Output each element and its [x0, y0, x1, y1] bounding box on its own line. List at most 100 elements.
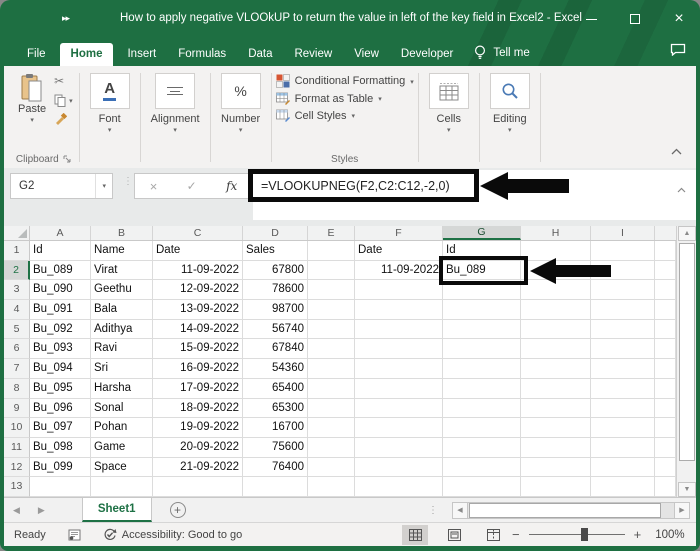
- cell-I7[interactable]: [591, 359, 655, 379]
- cell-C8[interactable]: 17-09-2022: [153, 379, 243, 399]
- cell-H5[interactable]: [521, 320, 591, 340]
- tab-formulas[interactable]: Formulas: [167, 43, 237, 66]
- cell-D10[interactable]: 16700: [243, 418, 308, 438]
- cell-D12[interactable]: 76400: [243, 458, 308, 478]
- zoom-level[interactable]: 100%: [655, 529, 684, 541]
- cell-partial-12[interactable]: [655, 458, 676, 478]
- cell-B8[interactable]: Harsha: [91, 379, 153, 399]
- cell-A8[interactable]: Bu_095: [30, 379, 91, 399]
- cell-partial-9[interactable]: [655, 399, 676, 419]
- cell-F4[interactable]: [355, 300, 443, 320]
- cell-I10[interactable]: [591, 418, 655, 438]
- cell-F11[interactable]: [355, 438, 443, 458]
- cell-D8[interactable]: 65400: [243, 379, 308, 399]
- cell-G9[interactable]: [443, 399, 521, 419]
- cell-H10[interactable]: [521, 418, 591, 438]
- clipboard-dialog-launcher-icon[interactable]: [63, 155, 71, 163]
- tab-review[interactable]: Review: [283, 43, 343, 66]
- column-header-partial[interactable]: [655, 226, 676, 240]
- cells-button[interactable]: Cells ▾: [423, 70, 475, 137]
- cell-partial-5[interactable]: [655, 320, 676, 340]
- editing-button[interactable]: Editing ▾: [484, 70, 536, 137]
- cell-E7[interactable]: [308, 359, 355, 379]
- horizontal-scrollbar[interactable]: ◀ ▶: [452, 502, 690, 519]
- cell-styles-button[interactable]: Cell Styles ▾: [276, 109, 414, 122]
- horizontal-scroll-track[interactable]: [468, 502, 674, 519]
- comments-button[interactable]: [670, 43, 686, 66]
- cell-C3[interactable]: 12-09-2022: [153, 280, 243, 300]
- row-header-9[interactable]: 9: [4, 399, 30, 419]
- font-button[interactable]: A Font ▾: [84, 70, 136, 137]
- conditional-formatting-button[interactable]: Conditional Formatting ▾: [276, 74, 414, 88]
- cell-I8[interactable]: [591, 379, 655, 399]
- cell-A10[interactable]: Bu_097: [30, 418, 91, 438]
- cell-E8[interactable]: [308, 379, 355, 399]
- row-header-11[interactable]: 11: [4, 438, 30, 458]
- cell-A7[interactable]: Bu_094: [30, 359, 91, 379]
- enter-formula-button[interactable]: ✓: [187, 179, 197, 193]
- cell-F1[interactable]: Date: [355, 241, 443, 261]
- cell-C5[interactable]: 14-09-2022: [153, 320, 243, 340]
- row-header-10[interactable]: 10: [4, 418, 30, 438]
- cell-partial-8[interactable]: [655, 379, 676, 399]
- cell-C12[interactable]: 21-09-2022: [153, 458, 243, 478]
- select-all-button[interactable]: [4, 226, 30, 240]
- new-sheet-button[interactable]: +: [170, 502, 186, 518]
- cell-G6[interactable]: [443, 339, 521, 359]
- cell-B3[interactable]: Geethu: [91, 280, 153, 300]
- page-break-preview-button[interactable]: [480, 525, 506, 545]
- name-box-dropdown-icon[interactable]: ▾: [95, 174, 112, 198]
- cell-F13[interactable]: [355, 477, 443, 497]
- cell-partial-4[interactable]: [655, 300, 676, 320]
- paste-button[interactable]: Paste ▾: [12, 70, 52, 127]
- cell-A3[interactable]: Bu_090: [30, 280, 91, 300]
- cell-G7[interactable]: [443, 359, 521, 379]
- cell-F3[interactable]: [355, 280, 443, 300]
- cell-B10[interactable]: Pohan: [91, 418, 153, 438]
- cell-D9[interactable]: 65300: [243, 399, 308, 419]
- cell-partial-7[interactable]: [655, 359, 676, 379]
- accessibility-status[interactable]: Accessibility: Good to go: [103, 528, 242, 541]
- cell-D5[interactable]: 56740: [243, 320, 308, 340]
- normal-view-button[interactable]: [402, 525, 428, 545]
- cell-H8[interactable]: [521, 379, 591, 399]
- column-header-C[interactable]: C: [153, 226, 243, 240]
- cell-B2[interactable]: Virat: [91, 261, 153, 281]
- scroll-down-button[interactable]: ▼: [678, 482, 696, 497]
- cell-I13[interactable]: [591, 477, 655, 497]
- copy-button[interactable]: ▾: [54, 93, 73, 107]
- cell-D11[interactable]: 75600: [243, 438, 308, 458]
- column-header-E[interactable]: E: [308, 226, 355, 240]
- number-button[interactable]: % Number ▾: [215, 70, 267, 137]
- next-sheet-button[interactable]: ▶: [29, 505, 54, 516]
- zoom-out-button[interactable]: −: [512, 527, 520, 542]
- cell-F10[interactable]: [355, 418, 443, 438]
- cell-G11[interactable]: [443, 438, 521, 458]
- cell-partial-2[interactable]: [655, 261, 676, 281]
- cell-A4[interactable]: Bu_091: [30, 300, 91, 320]
- alignment-button[interactable]: Alignment ▾: [145, 70, 206, 137]
- tab-home[interactable]: Home: [60, 43, 114, 66]
- column-header-B[interactable]: B: [91, 226, 153, 240]
- sheet-tab-sheet1[interactable]: Sheet1: [82, 498, 152, 522]
- cell-B7[interactable]: Sri: [91, 359, 153, 379]
- cell-A6[interactable]: Bu_093: [30, 339, 91, 359]
- tab-data[interactable]: Data: [237, 43, 283, 66]
- column-header-F[interactable]: F: [355, 226, 443, 240]
- cell-I9[interactable]: [591, 399, 655, 419]
- cell-G5[interactable]: [443, 320, 521, 340]
- format-painter-button[interactable]: [54, 112, 73, 126]
- zoom-slider-thumb[interactable]: [581, 528, 588, 541]
- cell-A1[interactable]: Id: [30, 241, 91, 261]
- cell-E6[interactable]: [308, 339, 355, 359]
- cell-A5[interactable]: Bu_092: [30, 320, 91, 340]
- cell-partial-3[interactable]: [655, 280, 676, 300]
- cell-I5[interactable]: [591, 320, 655, 340]
- cell-B4[interactable]: Bala: [91, 300, 153, 320]
- quick-access-chevrons-icon[interactable]: ▸▸: [62, 13, 69, 24]
- cell-E9[interactable]: [308, 399, 355, 419]
- cell-D13[interactable]: [243, 477, 308, 497]
- row-header-5[interactable]: 5: [4, 320, 30, 340]
- cell-E4[interactable]: [308, 300, 355, 320]
- cell-B11[interactable]: Game: [91, 438, 153, 458]
